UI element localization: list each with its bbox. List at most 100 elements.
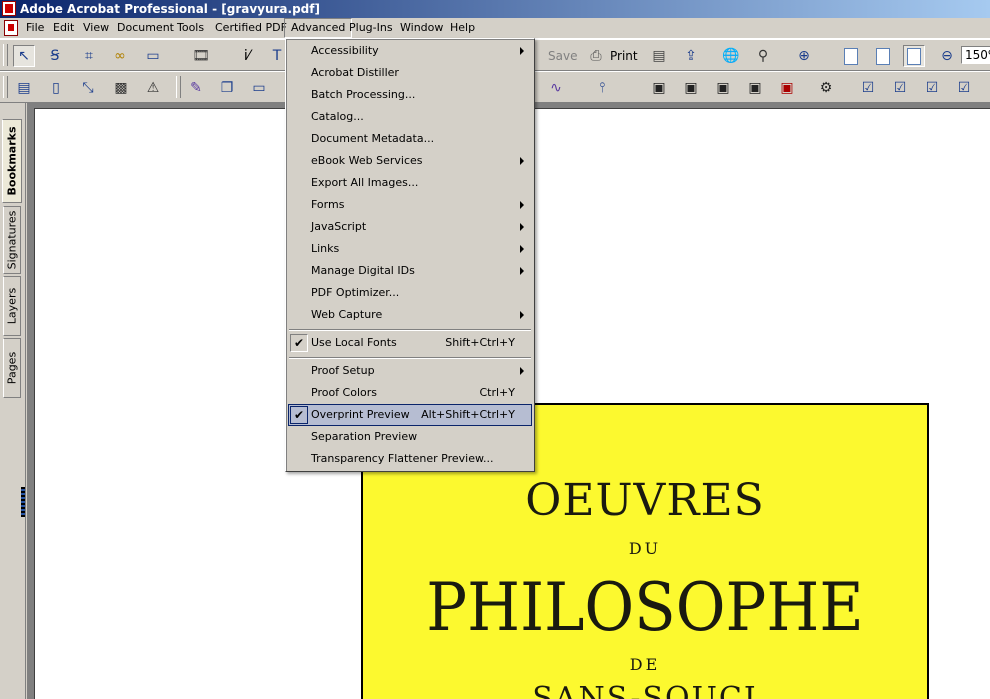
menu-window[interactable]: Window xyxy=(394,18,449,38)
menu-view[interactable]: View xyxy=(77,18,115,38)
check-page-4-icon[interactable]: ☑ xyxy=(953,77,975,99)
tab-pages[interactable]: Pages xyxy=(3,338,21,398)
submenu-arrow-icon xyxy=(520,311,524,319)
menu-item-catalog[interactable]: Catalog... xyxy=(288,106,532,128)
search-binoculars-icon[interactable]: ⚲ xyxy=(752,45,774,67)
pane-splitter[interactable] xyxy=(21,487,25,517)
toolbar-separator xyxy=(176,76,181,98)
menu-item-pdf-optimizer[interactable]: PDF Optimizer... xyxy=(288,282,532,304)
menu-document[interactable]: Document xyxy=(111,18,180,38)
menu-item-export-all-images[interactable]: Export All Images... xyxy=(288,172,532,194)
zoom-field[interactable]: 150% xyxy=(961,46,990,64)
settings-page-icon[interactable]: ⚙ xyxy=(815,77,837,99)
checkmark-icon: ✔ xyxy=(290,334,308,352)
link-tool-icon[interactable]: ∞ xyxy=(109,45,131,67)
cover-line-philosophe: PHILOSOPHE xyxy=(426,569,864,646)
menu-bar: File Edit View Document Tools Certified … xyxy=(0,18,990,39)
menu-item-document-metadata[interactable]: Document Metadata... xyxy=(288,128,532,150)
menu-item-web-capture[interactable]: Web Capture xyxy=(288,304,532,326)
menu-item-transparency-flattener-preview[interactable]: Transparency Flattener Preview... xyxy=(288,448,532,470)
select-tool-icon[interactable]: ↖ xyxy=(13,45,35,67)
tab-bookmarks[interactable]: Bookmarks xyxy=(2,119,22,203)
cover-line-de: DE xyxy=(629,655,661,674)
zoom-in-icon[interactable]: ⊕ xyxy=(793,45,815,67)
menu-item-javascript[interactable]: JavaScript xyxy=(288,216,532,238)
document-icon[interactable] xyxy=(4,20,18,36)
window-title: Adobe Acrobat Professional - [gravyura.p… xyxy=(20,2,320,16)
toolbar-grip[interactable] xyxy=(3,76,8,98)
page-icon[interactable]: ▯ xyxy=(45,77,67,99)
zoom-out-icon[interactable]: ⊖ xyxy=(936,45,958,67)
warning-icon[interactable]: ⚠ xyxy=(142,77,164,99)
scan-icon[interactable]: ▤ xyxy=(648,45,670,67)
trim-tool-icon[interactable]: ⫯ xyxy=(591,77,613,99)
check-page-1-icon[interactable]: ☑ xyxy=(857,77,879,99)
touchup-object-icon[interactable]: i⁄ xyxy=(236,45,258,67)
submenu-arrow-icon xyxy=(520,201,524,209)
submenu-arrow-icon xyxy=(520,223,524,231)
doc-tool-2-icon[interactable]: ▣ xyxy=(680,77,702,99)
checker-icon[interactable]: ▩ xyxy=(110,77,132,99)
menu-item-proof-colors[interactable]: Proof Colors Ctrl+Y xyxy=(288,382,532,404)
menu-item-ebook-web-services[interactable]: eBook Web Services xyxy=(288,150,532,172)
email-globe-icon[interactable]: 🌐 xyxy=(720,45,742,67)
menu-separator xyxy=(289,357,531,359)
menu-certified-pdf[interactable]: Certified PDF xyxy=(209,18,293,38)
doc-tool-4-icon[interactable]: ▣ xyxy=(744,77,766,99)
movie-tool-icon[interactable]: 🎞 xyxy=(190,45,212,67)
upload-icon[interactable]: ⇪ xyxy=(680,45,702,67)
menu-item-use-local-fonts[interactable]: ✔ Use Local Fonts Shift+Ctrl+Y xyxy=(288,332,532,354)
tab-signatures[interactable]: Signatures xyxy=(3,206,21,274)
menu-help[interactable]: Help xyxy=(444,18,481,38)
crop-tool-icon[interactable]: ⌗ xyxy=(78,45,100,67)
title-bar: Adobe Acrobat Professional - [gravyura.p… xyxy=(0,0,990,18)
check-page-3-icon[interactable]: ☑ xyxy=(921,77,943,99)
actual-size-icon[interactable] xyxy=(840,45,862,67)
menu-tools[interactable]: Tools xyxy=(171,18,210,38)
menu-item-acrobat-distiller[interactable]: Acrobat Distiller xyxy=(288,62,532,84)
menu-item-links[interactable]: Links xyxy=(288,238,532,260)
menu-item-separation-preview[interactable]: Separation Preview xyxy=(288,426,532,448)
doc-tool-3-icon[interactable]: ▣ xyxy=(712,77,734,99)
navigation-pane: Bookmarks Signatures Layers Pages xyxy=(0,103,26,699)
toolbar-grip[interactable] xyxy=(3,44,8,66)
doc-tool-1-icon[interactable]: ▣ xyxy=(648,77,670,99)
resize-icon[interactable]: ⤡ xyxy=(77,77,99,99)
acrobat-app-icon xyxy=(2,1,16,16)
submenu-arrow-icon xyxy=(520,367,524,375)
menu-item-batch-processing[interactable]: Batch Processing... xyxy=(288,84,532,106)
checkmark-icon: ✔ xyxy=(290,406,308,424)
menu-item-forms[interactable]: Forms xyxy=(288,194,532,216)
text-box-icon[interactable]: ▤ xyxy=(13,77,35,99)
menu-item-manage-digital-ids[interactable]: Manage Digital IDs xyxy=(288,260,532,282)
menu-plug-ins[interactable]: Plug-Ins xyxy=(343,18,399,38)
cover-line-du: DU xyxy=(628,539,662,558)
fit-width-icon[interactable] xyxy=(903,45,925,67)
menu-item-overprint-preview[interactable]: ✔ Overprint Preview Alt+Shift+Ctrl+Y xyxy=(288,404,532,426)
save-button[interactable]: Save xyxy=(548,45,577,67)
doc-tool-5-icon[interactable]: ▣ xyxy=(776,77,798,99)
submenu-arrow-icon xyxy=(520,47,524,55)
menu-separator xyxy=(289,329,531,331)
submenu-arrow-icon xyxy=(520,157,524,165)
menu-file[interactable]: File xyxy=(20,18,50,38)
cover-line-oeuvres: OEUVRES xyxy=(525,475,765,526)
touchup-text-icon[interactable]: Ꞩ xyxy=(44,45,66,67)
pen-tool-icon[interactable]: ✎ xyxy=(185,77,207,99)
print-icon[interactable]: ⎙ xyxy=(585,45,607,67)
layers-tool-icon[interactable]: ❐ xyxy=(216,77,238,99)
print-button[interactable]: Print xyxy=(610,45,638,67)
check-page-2-icon[interactable]: ☑ xyxy=(889,77,911,99)
tab-layers[interactable]: Layers xyxy=(3,276,21,336)
advanced-menu: Accessibility Acrobat Distiller Batch Pr… xyxy=(285,38,535,472)
menu-item-proof-setup[interactable]: Proof Setup xyxy=(288,360,532,382)
submenu-arrow-icon xyxy=(520,245,524,253)
menu-item-accessibility[interactable]: Accessibility xyxy=(288,40,532,62)
menu-edit[interactable]: Edit xyxy=(47,18,80,38)
fit-page-icon[interactable] xyxy=(872,45,894,67)
separations-icon[interactable]: ∿ xyxy=(545,77,567,99)
cover-line-sans-souci: SANS-SOUCI xyxy=(532,681,758,699)
form-tool-icon[interactable]: ▭ xyxy=(248,77,270,99)
submenu-arrow-icon xyxy=(520,267,524,275)
article-tool-icon[interactable]: ▭ xyxy=(142,45,164,67)
